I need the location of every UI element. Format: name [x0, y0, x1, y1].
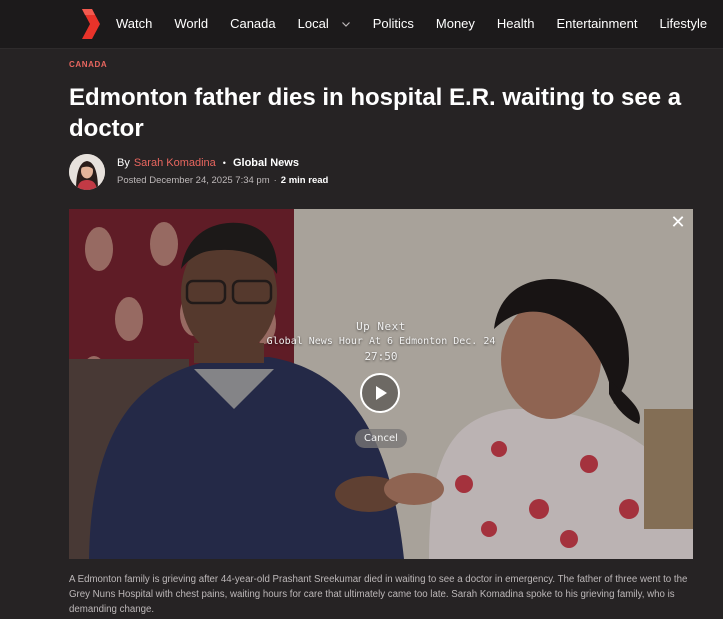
- nav-item-politics[interactable]: Politics: [373, 0, 414, 48]
- article-meta: Posted December 24, 2025 7:34 pm · 2 min r…: [117, 175, 328, 186]
- video-caption: A Edmonton family is grieving after 44-y…: [69, 574, 688, 615]
- category-link[interactable]: CANADA: [69, 60, 107, 69]
- article-headline: Edmonton father dies in hospital E.R. wa…: [69, 84, 682, 142]
- play-button[interactable]: [360, 373, 400, 413]
- nav-item-local[interactable]: Local: [298, 0, 351, 48]
- nav-item-label: Money: [435, 16, 475, 31]
- author-portrait-image: [69, 154, 105, 190]
- read-time: 2 min read: [280, 175, 329, 186]
- nav-item-label: Watch: [116, 16, 153, 31]
- nav-item-money[interactable]: Money: [436, 0, 475, 48]
- up-next-label: Up Next: [356, 320, 406, 333]
- nav-item-label: World: [174, 16, 209, 31]
- nav-menu: Watch World Canada Local Politics Money …: [116, 0, 723, 48]
- nav-item-health[interactable]: Health: [497, 0, 535, 48]
- nav-item-label: Entertainment: [556, 16, 638, 31]
- byline-prefix: By: [117, 157, 130, 169]
- nav-item-label: Local: [297, 16, 329, 31]
- outlet-name: Global News: [232, 157, 299, 169]
- nav-item-label: Canada: [230, 16, 276, 31]
- nav-item-canada[interactable]: Canada: [230, 0, 276, 48]
- nav-item-world[interactable]: World: [174, 0, 208, 48]
- up-next-title[interactable]: Global News Hour At 6 Edmonton Dec. 24: [69, 334, 693, 349]
- byline-separator: •: [222, 158, 226, 168]
- posted-date: Posted December 24, 2025 7:34 pm: [117, 175, 270, 186]
- up-next-panel: Up Next Global News Hour At 6 Edmonton D…: [69, 319, 693, 365]
- nav-item-label: Lifestyle: [659, 16, 708, 31]
- nav-item-watch[interactable]: Watch: [116, 0, 152, 48]
- chevron-down-icon[interactable]: [341, 19, 351, 29]
- nav-item-label: Politics: [372, 16, 414, 31]
- global-news-logo-icon[interactable]: [80, 9, 100, 39]
- top-nav: Watch World Canada Local Politics Money …: [0, 0, 723, 49]
- author-link[interactable]: Sarah Komadina: [134, 157, 216, 169]
- video-player[interactable]: ✕ Up Next Global News Hour At 6 Edmonton…: [69, 209, 693, 559]
- nav-item-lifestyle[interactable]: Lifestyle: [659, 0, 707, 48]
- up-next-duration: 27:50: [364, 350, 398, 363]
- author-avatar[interactable]: [69, 154, 105, 190]
- close-icon[interactable]: ✕: [669, 213, 687, 231]
- cancel-button[interactable]: Cancel: [355, 429, 407, 448]
- byline: By Sarah Komadina • Global News: [117, 157, 299, 169]
- nav-item-entertainment[interactable]: Entertainment: [557, 0, 638, 48]
- play-icon: [376, 386, 387, 400]
- meta-separator: ·: [273, 175, 277, 186]
- nav-item-label: Health: [496, 16, 535, 31]
